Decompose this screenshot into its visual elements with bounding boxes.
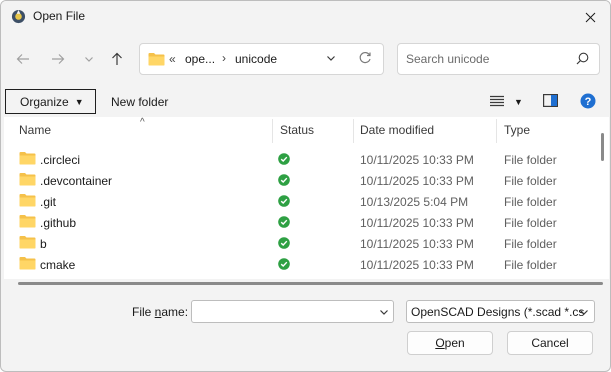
file-row[interactable]: .circleci 10/11/2025 10:33 PM File folder <box>4 149 600 170</box>
sync-ok-icon <box>278 174 290 189</box>
back-button[interactable] <box>11 47 35 71</box>
file-type: File folder <box>504 174 557 188</box>
folder-icon <box>19 256 36 273</box>
file-name: .git <box>40 195 57 209</box>
file-type: File folder <box>504 195 557 209</box>
openscad-app-icon <box>11 9 26 24</box>
file-name: .devcontainer <box>40 174 113 188</box>
view-list-icon[interactable] <box>490 95 504 107</box>
file-row[interactable]: b 10/11/2025 10:33 PM File folder <box>4 233 600 254</box>
address-bar[interactable]: « ope... › unicode <box>139 43 384 75</box>
recent-locations-button[interactable] <box>77 47 101 71</box>
folder-icon <box>19 193 36 210</box>
arrow-left-icon <box>16 54 29 64</box>
sync-ok-icon <box>278 237 290 252</box>
file-type: File folder <box>504 258 557 272</box>
column-type-label: Type <box>504 123 531 137</box>
file-type-filter-value: OpenSCAD Designs (*.scad *.cs <box>411 305 585 319</box>
file-list[interactable]: ^ Name Status Date modified Type .circle… <box>4 117 609 285</box>
organize-label: Organize <box>20 94 69 109</box>
arrow-right-icon <box>52 54 65 64</box>
title-bar: Open File <box>1 1 610 33</box>
file-type: File folder <box>504 237 557 251</box>
up-button[interactable] <box>105 47 129 71</box>
open-button-accel: O <box>435 336 445 350</box>
open-button-label: pen <box>444 336 465 350</box>
view-options-caret-icon[interactable]: ▼ <box>514 97 523 107</box>
file-row[interactable]: .git 10/13/2025 5:04 PM File folder <box>4 191 600 212</box>
column-name-label: Name <box>19 123 52 137</box>
help-icon[interactable]: ? <box>580 93 596 109</box>
address-overflow-chevron[interactable]: « <box>169 52 176 66</box>
file-type: File folder <box>504 153 557 167</box>
file-name: .github <box>40 216 77 230</box>
address-segment-current[interactable]: unicode <box>235 52 277 66</box>
sync-ok-icon <box>278 153 290 168</box>
search-input[interactable]: Search unicode <box>406 52 489 66</box>
organize-button[interactable]: Organize ▼ <box>5 89 96 114</box>
cancel-button-label: Cancel <box>531 336 569 350</box>
file-name-label-text: ame: <box>161 305 189 319</box>
caret-down-icon: ▼ <box>74 96 84 107</box>
horizontal-scrollbar[interactable] <box>18 282 603 285</box>
folder-icon <box>148 53 165 66</box>
address-segment-parent[interactable]: ope... <box>185 52 215 66</box>
arrow-up-icon <box>112 52 122 65</box>
window-title: Open File <box>33 9 86 23</box>
file-name: b <box>40 237 47 251</box>
file-name-label-text: File <box>132 305 155 319</box>
sync-ok-icon <box>278 258 290 273</box>
file-date: 10/11/2025 10:33 PM <box>360 258 474 272</box>
vertical-scrollbar[interactable] <box>601 133 604 161</box>
folder-icon <box>19 214 36 231</box>
forward-button[interactable] <box>46 47 70 71</box>
chevron-down-icon[interactable] <box>326 53 336 63</box>
column-header-type[interactable]: Type <box>504 117 594 143</box>
preview-pane-icon[interactable] <box>543 94 558 107</box>
folder-icon <box>19 151 36 168</box>
close-button[interactable] <box>568 1 610 33</box>
address-separator[interactable]: › <box>222 51 226 65</box>
open-file-dialog: Open File « ope... › unicode Search unic… <box>0 0 611 372</box>
refresh-icon[interactable] <box>358 51 372 65</box>
new-folder-button[interactable]: New folder <box>111 95 168 109</box>
column-divider[interactable] <box>353 119 354 143</box>
search-box[interactable]: Search unicode <box>397 43 600 75</box>
open-button[interactable]: Open <box>407 331 493 355</box>
svg-text:?: ? <box>585 96 592 108</box>
file-name: .circleci <box>40 153 81 167</box>
close-icon <box>585 12 595 22</box>
column-status-label: Status <box>280 123 315 137</box>
column-header-name[interactable]: Name <box>19 117 274 143</box>
file-date: 10/13/2025 5:04 PM <box>360 195 469 209</box>
column-divider[interactable] <box>496 119 497 143</box>
column-header-status[interactable]: Status <box>280 117 354 143</box>
chevron-down-icon <box>580 310 588 315</box>
chevron-down-icon <box>85 57 93 62</box>
column-date-label: Date modified <box>360 123 435 137</box>
search-icon <box>576 52 589 65</box>
file-date: 10/11/2025 10:33 PM <box>360 216 474 230</box>
file-date: 10/11/2025 10:33 PM <box>360 237 474 251</box>
folder-icon <box>19 172 36 189</box>
folder-icon <box>19 235 36 252</box>
file-row[interactable]: .github 10/11/2025 10:33 PM File folder <box>4 212 600 233</box>
cancel-button[interactable]: Cancel <box>507 331 593 355</box>
column-divider[interactable] <box>272 119 273 143</box>
sync-ok-icon <box>278 216 290 231</box>
file-row[interactable]: cmake 10/11/2025 10:33 PM File folder <box>4 254 600 275</box>
file-type: File folder <box>504 216 557 230</box>
file-name: cmake <box>40 258 76 272</box>
sync-ok-icon <box>278 195 290 210</box>
file-name-field[interactable] <box>191 300 394 323</box>
file-date: 10/11/2025 10:33 PM <box>360 174 474 188</box>
file-name-label: File name: <box>132 305 188 319</box>
file-date: 10/11/2025 10:33 PM <box>360 153 474 167</box>
file-row[interactable]: .devcontainer 10/11/2025 10:33 PM File fol… <box>4 170 600 191</box>
chevron-down-icon[interactable] <box>379 307 389 317</box>
column-header-date[interactable]: Date modified <box>360 117 496 143</box>
file-type-filter[interactable]: OpenSCAD Designs (*.scad *.cs <box>406 300 595 323</box>
